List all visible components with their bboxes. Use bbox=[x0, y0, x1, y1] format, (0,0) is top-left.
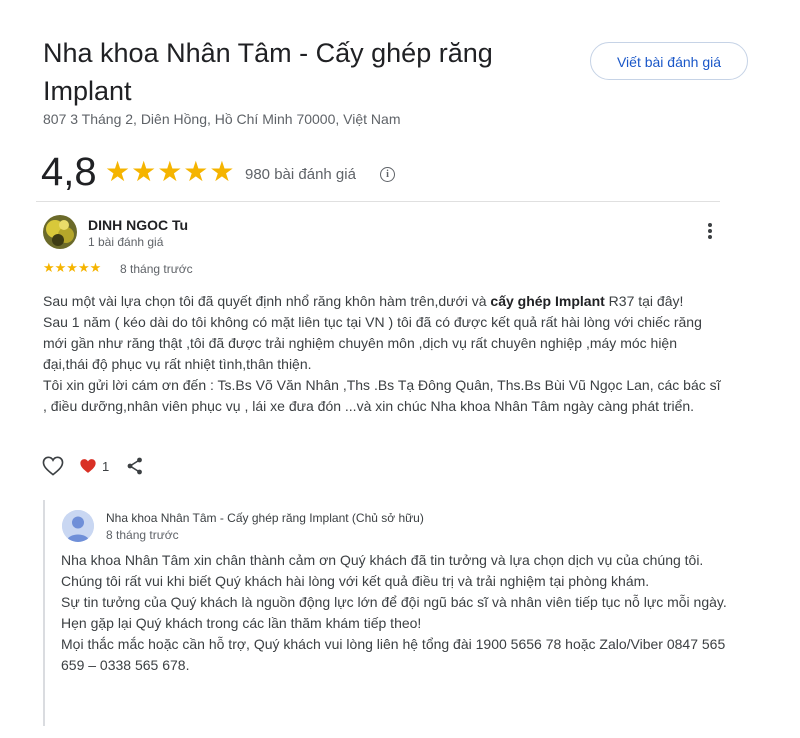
average-rating: 4,8 bbox=[41, 150, 97, 194]
review-date: 8 tháng trước bbox=[120, 262, 193, 276]
reviewer-review-count: 1 bài đánh giá bbox=[88, 235, 164, 249]
heart-outline-icon[interactable] bbox=[42, 456, 64, 476]
avatar[interactable] bbox=[43, 215, 77, 249]
owner-reply-line: Hẹn gặp lại Quý khách trong các lần thăm… bbox=[61, 615, 422, 631]
more-vert-icon[interactable] bbox=[702, 223, 718, 243]
like-count: 1 bbox=[102, 459, 110, 474]
share-icon[interactable] bbox=[127, 457, 143, 475]
review-text-part1: Sau một vài lựa chọn tôi đã quyết định n… bbox=[43, 293, 491, 309]
rating-stars: ★★★★★ bbox=[105, 156, 236, 187]
divider bbox=[36, 201, 720, 202]
review-stars: ★★★★★ bbox=[43, 260, 102, 275]
review-text-part2: R37 tại đây! bbox=[604, 293, 684, 309]
reply-indent-bar bbox=[43, 500, 45, 726]
reviewer-name[interactable]: DINH NGOC Tu bbox=[88, 217, 188, 233]
owner-reply-text: Nha khoa Nhân Tâm xin chân thành cảm ơn … bbox=[61, 550, 731, 676]
place-title: Nha khoa Nhân Tâm - Cấy ghép răng Implan… bbox=[43, 38, 493, 106]
review-text-line3: Tôi xin gửi lời cám ơn đến : Ts.Bs Võ Vă… bbox=[43, 377, 721, 414]
owner-avatar bbox=[62, 510, 94, 542]
review-count[interactable]: 980 bài đánh giá bbox=[245, 166, 356, 183]
owner-reply-author: Nha khoa Nhân Tâm - Cấy ghép răng Implan… bbox=[106, 511, 424, 525]
owner-reply-line: Chúng tôi rất vui khi biết Quý khách hài… bbox=[61, 573, 650, 589]
write-review-button[interactable]: Viết bài đánh giá bbox=[590, 42, 748, 80]
review-text-bold: cấy ghép Implant bbox=[490, 293, 605, 309]
info-icon[interactable]: i bbox=[380, 167, 395, 182]
owner-reply-line: Sự tin tưởng của Quý khách là nguồn động… bbox=[61, 594, 727, 610]
owner-reply-line: Nha khoa Nhân Tâm xin chân thành cảm ơn … bbox=[61, 552, 704, 568]
review-text-line2: Sau 1 năm ( kéo dài do tôi không có mặt … bbox=[43, 314, 702, 372]
owner-reply-line: Mọi thắc mắc hoặc cần hỗ trợ, Quý khách … bbox=[61, 636, 726, 673]
heart-filled-icon bbox=[79, 458, 97, 474]
owner-reply-date: 8 tháng trước bbox=[106, 528, 179, 542]
review-text: Sau một vài lựa chọn tôi đã quyết định n… bbox=[43, 291, 723, 417]
place-address: 807 3 Tháng 2, Diên Hồng, Hồ Chí Minh 70… bbox=[43, 111, 401, 127]
